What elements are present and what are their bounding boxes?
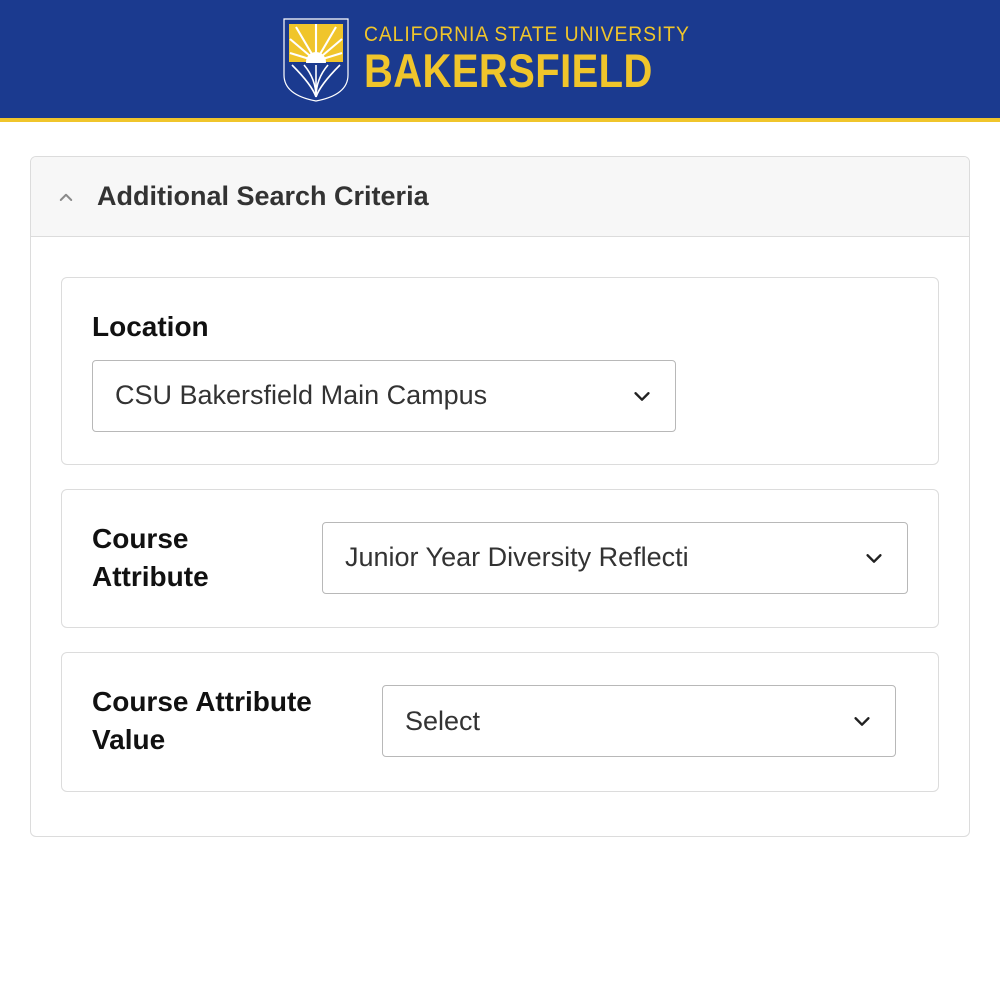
university-name-line1: CALIFORNIA STATE UNIVERSITY: [364, 24, 690, 45]
course-attribute-select[interactable]: Junior Year Diversity Reflecti: [322, 522, 908, 594]
location-select[interactable]: CSU Bakersfield Main Campus: [92, 360, 676, 432]
panel-body: Location CSU Bakersfield Main Campus Cou…: [31, 237, 969, 836]
panel-title: Additional Search Criteria: [97, 181, 429, 212]
course-attribute-label: Course Attribute: [92, 520, 292, 596]
course-attribute-value-select[interactable]: Select: [382, 685, 896, 757]
chevron-down-icon: [631, 385, 653, 407]
additional-search-criteria-panel: Additional Search Criteria Location CSU …: [30, 156, 970, 837]
chevron-down-icon: [851, 710, 873, 732]
course-attribute-value-label: Course Attribute Value: [92, 683, 352, 759]
location-label: Location: [92, 308, 908, 346]
chevron-up-icon: [57, 188, 75, 206]
university-name-line2: BAKERSFIELD: [364, 47, 665, 94]
course-attribute-field-card: Course Attribute Junior Year Diversity R…: [61, 489, 939, 629]
course-attribute-value-select-value: Select: [405, 706, 480, 737]
location-field-card: Location CSU Bakersfield Main Campus: [61, 277, 939, 465]
university-name: CALIFORNIA STATE UNIVERSITY BAKERSFIELD: [364, 24, 718, 94]
panel-toggle-header[interactable]: Additional Search Criteria: [31, 157, 969, 237]
site-header: CALIFORNIA STATE UNIVERSITY BAKERSFIELD: [0, 0, 1000, 122]
course-attribute-select-value: Junior Year Diversity Reflecti: [345, 542, 689, 573]
course-attribute-value-field-card: Course Attribute Value Select: [61, 652, 939, 792]
university-shield-logo: [282, 17, 350, 102]
location-select-value: CSU Bakersfield Main Campus: [115, 380, 487, 411]
chevron-down-icon: [863, 547, 885, 569]
